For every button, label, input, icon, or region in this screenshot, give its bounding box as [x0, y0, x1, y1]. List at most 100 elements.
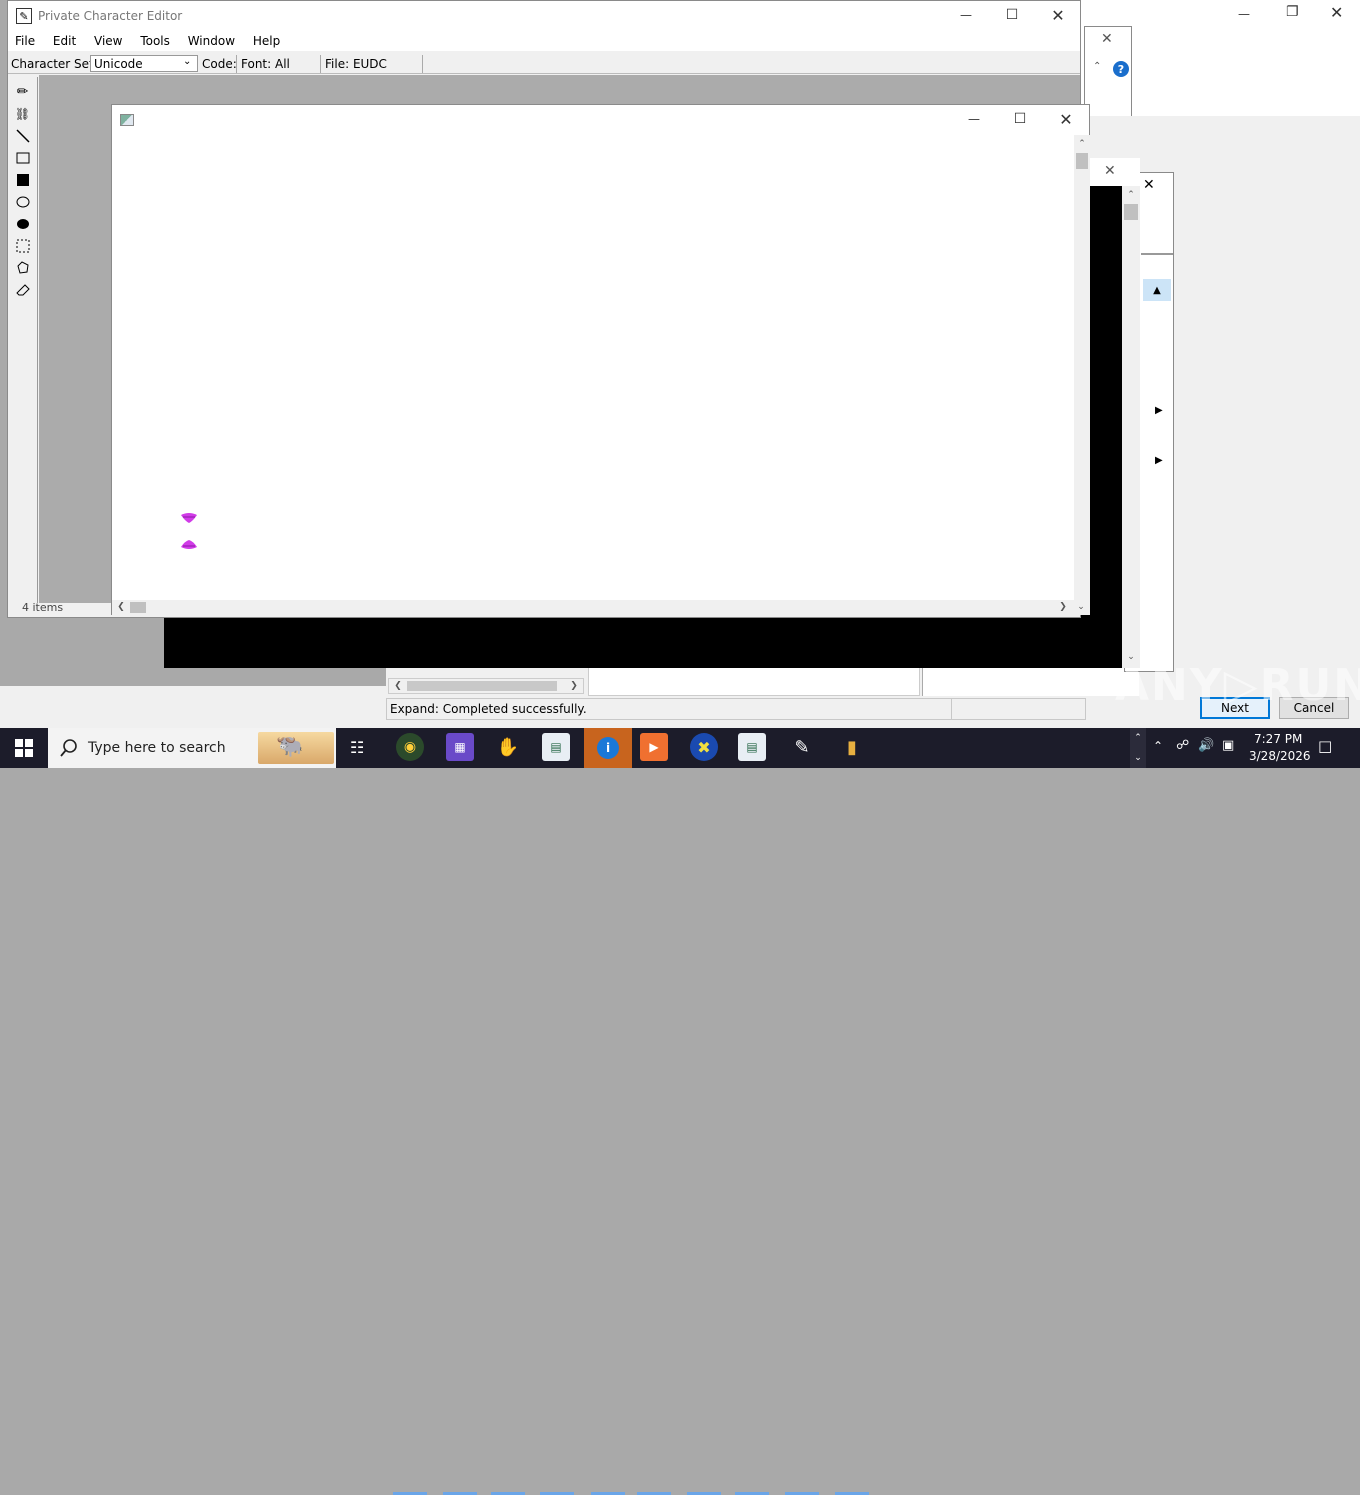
taskbar-scroll[interactable]: ⌃ ⌄	[1130, 728, 1146, 768]
h-scroll-down-icon[interactable]: ⌄	[1074, 600, 1088, 614]
canvas-maximize-icon[interactable]: ☐	[998, 105, 1042, 133]
windows-icon	[15, 739, 33, 757]
taskbar-app-2-icon[interactable]: ▦	[446, 733, 474, 761]
console-scroll-up-icon[interactable]: ⌃	[1124, 188, 1138, 202]
volume-icon[interactable]: 🔊	[1198, 738, 1214, 753]
expand-arrow-icon-2[interactable]: ▶	[1155, 455, 1163, 466]
font-label: Font: All	[241, 57, 290, 71]
menu-help[interactable]: Help	[253, 34, 280, 48]
task-view-icon[interactable]: ☷	[350, 738, 364, 757]
taskbar-app-8-icon[interactable]: ▤	[738, 733, 766, 761]
canvas-minimize-icon[interactable]: —	[952, 105, 996, 133]
bg-dialog-close-icon[interactable]: ✕	[1101, 31, 1113, 47]
tool-palette: ✏ ⛓	[8, 77, 38, 603]
taskbar-active-app[interactable]: i	[584, 728, 632, 768]
console-titlebar: ✕	[1084, 158, 1140, 186]
canvas-area[interactable]	[112, 135, 1074, 600]
scroll-right-icon[interactable]: ❯	[567, 679, 581, 693]
close-icon[interactable]: ✕	[1036, 1, 1080, 29]
maximize-icon[interactable]: ☐	[990, 1, 1034, 29]
bg-minimize-icon[interactable]: —	[1238, 7, 1250, 21]
toolbar-divider-3	[422, 55, 423, 73]
ellipse-filled-icon[interactable]	[15, 216, 31, 232]
code-label: Code:	[202, 57, 237, 71]
file-label: File: EUDC	[325, 57, 387, 71]
side-divider	[1141, 253, 1173, 255]
bison-icon: 🐃	[276, 734, 304, 759]
eraser-icon[interactable]	[15, 282, 31, 298]
wizard-status-text: Expand: Completed successfully.	[390, 702, 587, 716]
bg-window-controls: — ❐ ✕	[1220, 0, 1360, 30]
scroll-up-icon[interactable]: ⌃	[1075, 137, 1089, 151]
brush-icon[interactable]: ⛓	[15, 106, 31, 122]
vertical-scroll-thumb[interactable]	[1076, 153, 1088, 169]
scroll-thumb[interactable]	[407, 681, 557, 691]
freeform-select-icon[interactable]	[15, 260, 31, 276]
main-title: Private Character Editor	[38, 9, 183, 23]
h-scroll-left-icon[interactable]: ❮	[114, 600, 128, 614]
charset-label: Character Set:	[11, 57, 98, 71]
console-scroll-thumb[interactable]	[1124, 204, 1138, 220]
rectangle-filled-icon[interactable]	[15, 172, 31, 188]
watermark-logo: ANY▷RUN	[1115, 660, 1360, 711]
canvas-window: — ☐ ✕ ⌃ ⌄ ❮ ❯ ⌄	[111, 104, 1090, 615]
pencil-icon[interactable]: ✏	[15, 84, 31, 100]
bg-restore-icon[interactable]: ❐	[1286, 4, 1299, 20]
charset-select[interactable]: Unicode ⌄	[90, 55, 198, 72]
glyph-shape-top	[181, 513, 197, 523]
toolbar: Character Set: Unicode ⌄ Code: Font: All…	[8, 53, 1080, 74]
start-button[interactable]	[0, 728, 48, 768]
side-panel-collapse-button[interactable]: ▲	[1143, 279, 1171, 301]
h-scroll-thumb[interactable]	[130, 602, 146, 613]
menu-edit[interactable]: Edit	[53, 34, 76, 48]
menu-window[interactable]: Window	[188, 34, 235, 48]
horizontal-scrollbar-lower[interactable]: ❮ ❯	[388, 678, 584, 694]
taskbar-app-6-icon[interactable]: ▶	[640, 733, 668, 761]
toolbar-divider-1	[236, 55, 237, 73]
vertical-scrollbar[interactable]: ⌃ ⌄	[1074, 135, 1090, 611]
menu-tools[interactable]: Tools	[140, 34, 170, 48]
expand-arrow-icon[interactable]: ▶	[1155, 405, 1163, 416]
canvas-titlebar: — ☐ ✕	[112, 105, 1089, 135]
taskbar-app-3-icon[interactable]: ✋	[494, 733, 522, 761]
canvas-close-icon[interactable]: ✕	[1044, 105, 1088, 133]
rect-select-icon[interactable]	[15, 238, 31, 254]
taskbar-app-7-icon[interactable]: ✖	[690, 733, 718, 761]
glyph-shape-bottom	[181, 540, 197, 549]
taskbar-app-4-icon[interactable]: ▤	[542, 733, 570, 761]
notifications-icon[interactable]: □	[1318, 737, 1332, 755]
console-close-icon[interactable]: ✕	[1104, 163, 1116, 179]
horizontal-scrollbar[interactable]: ❮ ❯ ⌄	[112, 600, 1090, 615]
charset-select-value: Unicode	[94, 57, 143, 71]
ellipse-outline-icon[interactable]	[15, 194, 31, 210]
minimize-icon[interactable]: —	[944, 1, 988, 29]
scroll-left-icon[interactable]: ❮	[391, 679, 405, 693]
bg-dialog-window: ✕ ⌃ ?	[1084, 26, 1132, 126]
clock-time[interactable]: 7:27 PM	[1254, 732, 1302, 746]
chevron-up-icon[interactable]: ⌃	[1093, 61, 1101, 72]
info-icon: i	[597, 737, 619, 759]
toolbar-divider-2	[320, 55, 321, 73]
tray-chevron-icon[interactable]: ⌃	[1153, 739, 1163, 753]
taskbar-app-10-icon[interactable]: ▮	[838, 733, 866, 761]
line-icon[interactable]	[15, 128, 31, 144]
taskbar-app-9-icon[interactable]: ✎	[788, 733, 816, 761]
taskbar-app-1-icon[interactable]: ◉	[396, 733, 424, 761]
list-panel-lower	[588, 666, 920, 696]
search-icon	[60, 739, 77, 757]
search-highlight-image: 🐃	[258, 732, 334, 764]
bg-close-icon[interactable]: ✕	[1330, 3, 1343, 22]
network-icon[interactable]: ☍	[1176, 738, 1189, 753]
help-icon[interactable]: ?	[1113, 61, 1129, 77]
display-icon[interactable]: ▣	[1222, 738, 1234, 753]
h-scroll-right-icon[interactable]: ❯	[1056, 600, 1070, 614]
search-box[interactable]: Type here to search 🐃	[48, 728, 336, 768]
status-items: 4 items	[22, 601, 64, 614]
console-scrollbar[interactable]: ⌃ ⌄	[1122, 186, 1140, 668]
app-icon: ✎	[16, 8, 32, 24]
clock-date[interactable]: 3/28/2026	[1249, 749, 1311, 763]
menu-file[interactable]: File	[15, 34, 35, 48]
menu-view[interactable]: View	[94, 34, 122, 48]
side-panel-close-icon[interactable]: ✕	[1143, 177, 1155, 193]
rectangle-outline-icon[interactable]	[15, 150, 31, 166]
